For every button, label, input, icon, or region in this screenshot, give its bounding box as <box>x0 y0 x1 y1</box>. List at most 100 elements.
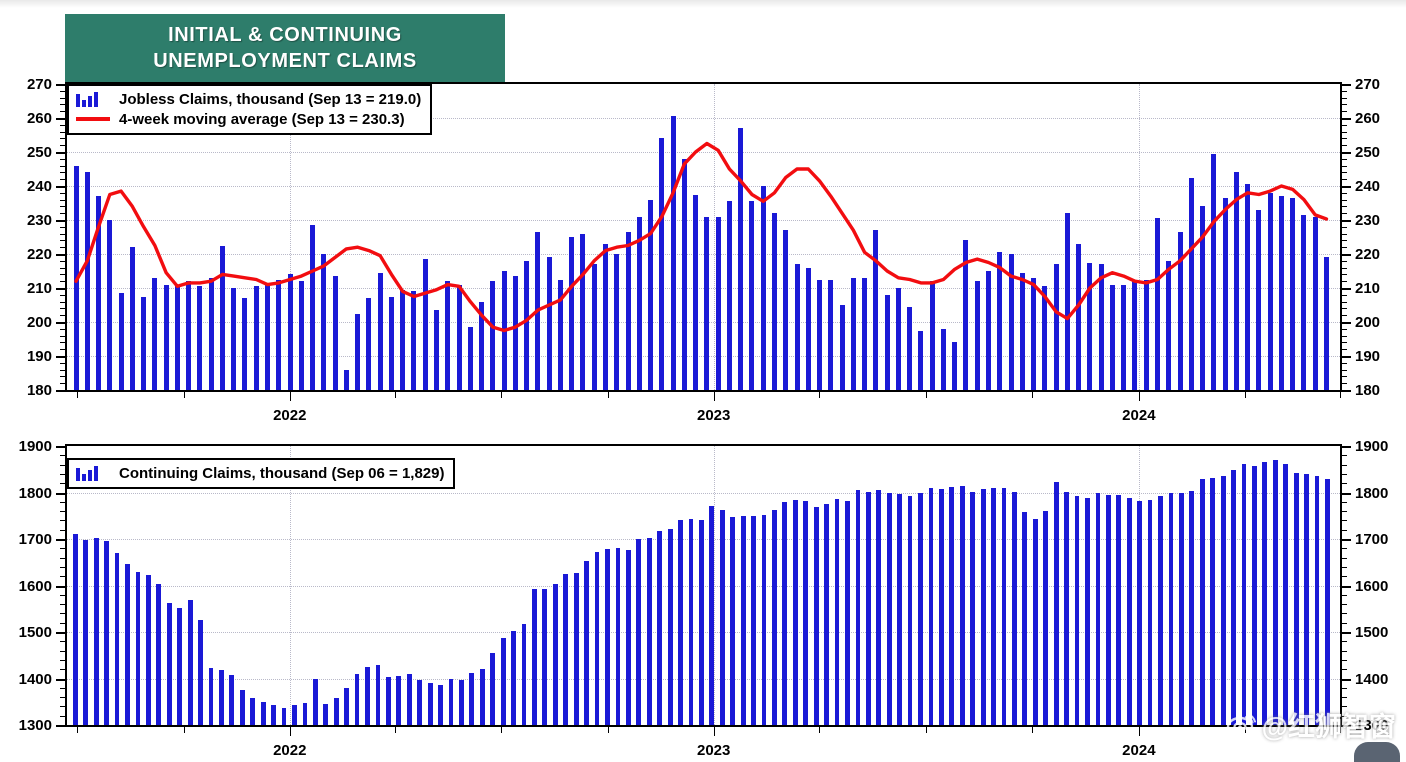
y-axis-minor-tick-left <box>60 288 65 289</box>
y-axis-minor-tick-left <box>60 362 65 364</box>
y-axis-minor-tick-left <box>60 342 65 344</box>
x-axis-tick-mark <box>1138 392 1140 401</box>
bar <box>897 493 903 725</box>
y-axis-minor-tick-left <box>60 383 65 385</box>
y-axis-minor-tick-left <box>60 706 65 708</box>
y-axis-minor-tick-left <box>60 118 65 119</box>
y-axis-minor-tick-right <box>1342 294 1347 296</box>
bar <box>918 492 923 725</box>
x-axis-minor-tick-mark <box>1031 392 1033 398</box>
bar <box>135 572 141 725</box>
y-axis-minor-tick-left <box>60 226 65 228</box>
y-axis-tick-label-right: 180 <box>1355 382 1381 399</box>
bar <box>876 489 882 725</box>
y-axis-minor-tick-right <box>1342 362 1347 364</box>
x-axis-minor-tick-mark <box>1244 727 1246 733</box>
bar <box>1199 479 1205 725</box>
y-axis-minor-tick-left <box>60 356 65 357</box>
y-axis-tick-label-left: 200 <box>26 314 52 331</box>
bar <box>1283 463 1289 725</box>
bar <box>145 574 151 725</box>
y-axis-minor-tick-left <box>60 84 65 85</box>
bar <box>83 540 89 725</box>
x-axis-minor-tick-mark <box>1031 727 1033 733</box>
y-axis-minor-tick-right <box>1342 165 1347 167</box>
y-axis-minor-tick-left <box>60 369 65 371</box>
y-axis-minor-tick-left <box>60 104 65 106</box>
bar <box>1325 479 1330 725</box>
bar <box>1220 475 1226 725</box>
y-axis-minor-tick-left <box>60 659 65 661</box>
bar <box>792 499 798 725</box>
y-axis-minor-tick-right <box>1342 199 1347 201</box>
y-axis-minor-tick-right <box>1342 192 1347 194</box>
y-axis-minor-tick-right <box>1342 90 1347 92</box>
bar <box>490 653 496 725</box>
y-axis-minor-tick-left <box>60 585 65 587</box>
bar <box>709 506 715 725</box>
y-axis-tick-label-right: 1500 <box>1355 624 1389 641</box>
bar <box>1126 498 1132 725</box>
bar <box>469 672 475 725</box>
x-axis-minor-tick-mark <box>501 727 503 733</box>
y-axis-minor-tick-left <box>60 152 65 153</box>
bar-series-swatch-icon <box>76 91 110 107</box>
y-axis-minor-tick-left <box>60 138 65 140</box>
bar <box>855 489 861 725</box>
x-axis-minor-tick-mark <box>184 392 186 398</box>
bar <box>594 552 600 725</box>
bar <box>573 572 579 725</box>
y-axis-minor-tick-left <box>60 548 65 550</box>
y-axis-minor-tick-left <box>60 90 65 92</box>
x-axis-minor-tick-mark <box>608 392 610 398</box>
y-axis-minor-tick-left <box>60 529 65 531</box>
y-axis-tick-label-right: 1400 <box>1355 670 1389 688</box>
bar <box>1178 492 1184 725</box>
bar <box>365 666 370 725</box>
x-axis-minor-tick-mark <box>1340 392 1341 398</box>
bar <box>1241 463 1247 725</box>
y-axis-minor-tick-right <box>1342 267 1347 269</box>
x-axis-minor-tick-mark <box>819 392 821 398</box>
legend-item: Continuing Claims, thousand (Sep 06 = 1,… <box>76 463 444 483</box>
y-axis-tick-label-left: 180 <box>26 382 52 399</box>
bar <box>584 561 590 725</box>
bar <box>396 675 402 725</box>
y-axis-minor-tick-left <box>60 390 65 391</box>
y-axis-minor-tick-left <box>60 274 65 276</box>
bar <box>1189 491 1195 725</box>
legend-item: Jobless Claims, thousand (Sep 13 = 219.0… <box>76 89 421 109</box>
bar <box>782 501 788 725</box>
y-axis-minor-tick-right <box>1342 288 1347 289</box>
y-axis-minor-tick-left <box>60 281 65 283</box>
y-axis-tick-label-right: 230 <box>1355 212 1381 229</box>
initial-claims-legend: Jobless Claims, thousand (Sep 13 = 219.0… <box>67 84 433 135</box>
y-axis-minor-tick-right <box>1342 315 1347 317</box>
y-axis-minor-tick-right <box>1342 111 1347 113</box>
y-axis-minor-tick-right <box>1342 594 1347 596</box>
y-axis-minor-tick-left <box>60 335 65 337</box>
y-axis-minor-tick-left <box>60 192 65 194</box>
bar <box>772 509 777 725</box>
y-axis-minor-tick-left <box>60 301 65 303</box>
bar <box>1022 512 1028 725</box>
y-axis-minor-tick-left <box>60 641 65 643</box>
y-axis-minor-tick-left <box>60 97 65 99</box>
continuing-claims-legend: Continuing Claims, thousand (Sep 06 = 1,… <box>67 458 456 489</box>
bar <box>1231 470 1236 725</box>
bar <box>959 485 965 725</box>
x-axis-tick-mark <box>289 727 291 736</box>
bar <box>657 530 663 725</box>
y-axis-minor-tick-right <box>1342 659 1347 661</box>
bar <box>239 690 245 725</box>
y-axis-minor-tick-right <box>1342 706 1347 708</box>
y-axis-minor-tick-left <box>60 715 65 717</box>
y-axis-minor-tick-right <box>1342 97 1347 99</box>
bar <box>427 682 433 725</box>
y-axis-minor-tick-right <box>1342 641 1347 643</box>
chart-title-banner: INITIAL & CONTINUING UNEMPLOYMENT CLAIMS <box>65 14 505 82</box>
bar <box>459 679 464 725</box>
y-axis-minor-tick-right <box>1342 281 1347 283</box>
y-axis-tick-label-left: 190 <box>26 348 52 365</box>
y-axis-tick-label-right: 1700 <box>1355 531 1389 548</box>
